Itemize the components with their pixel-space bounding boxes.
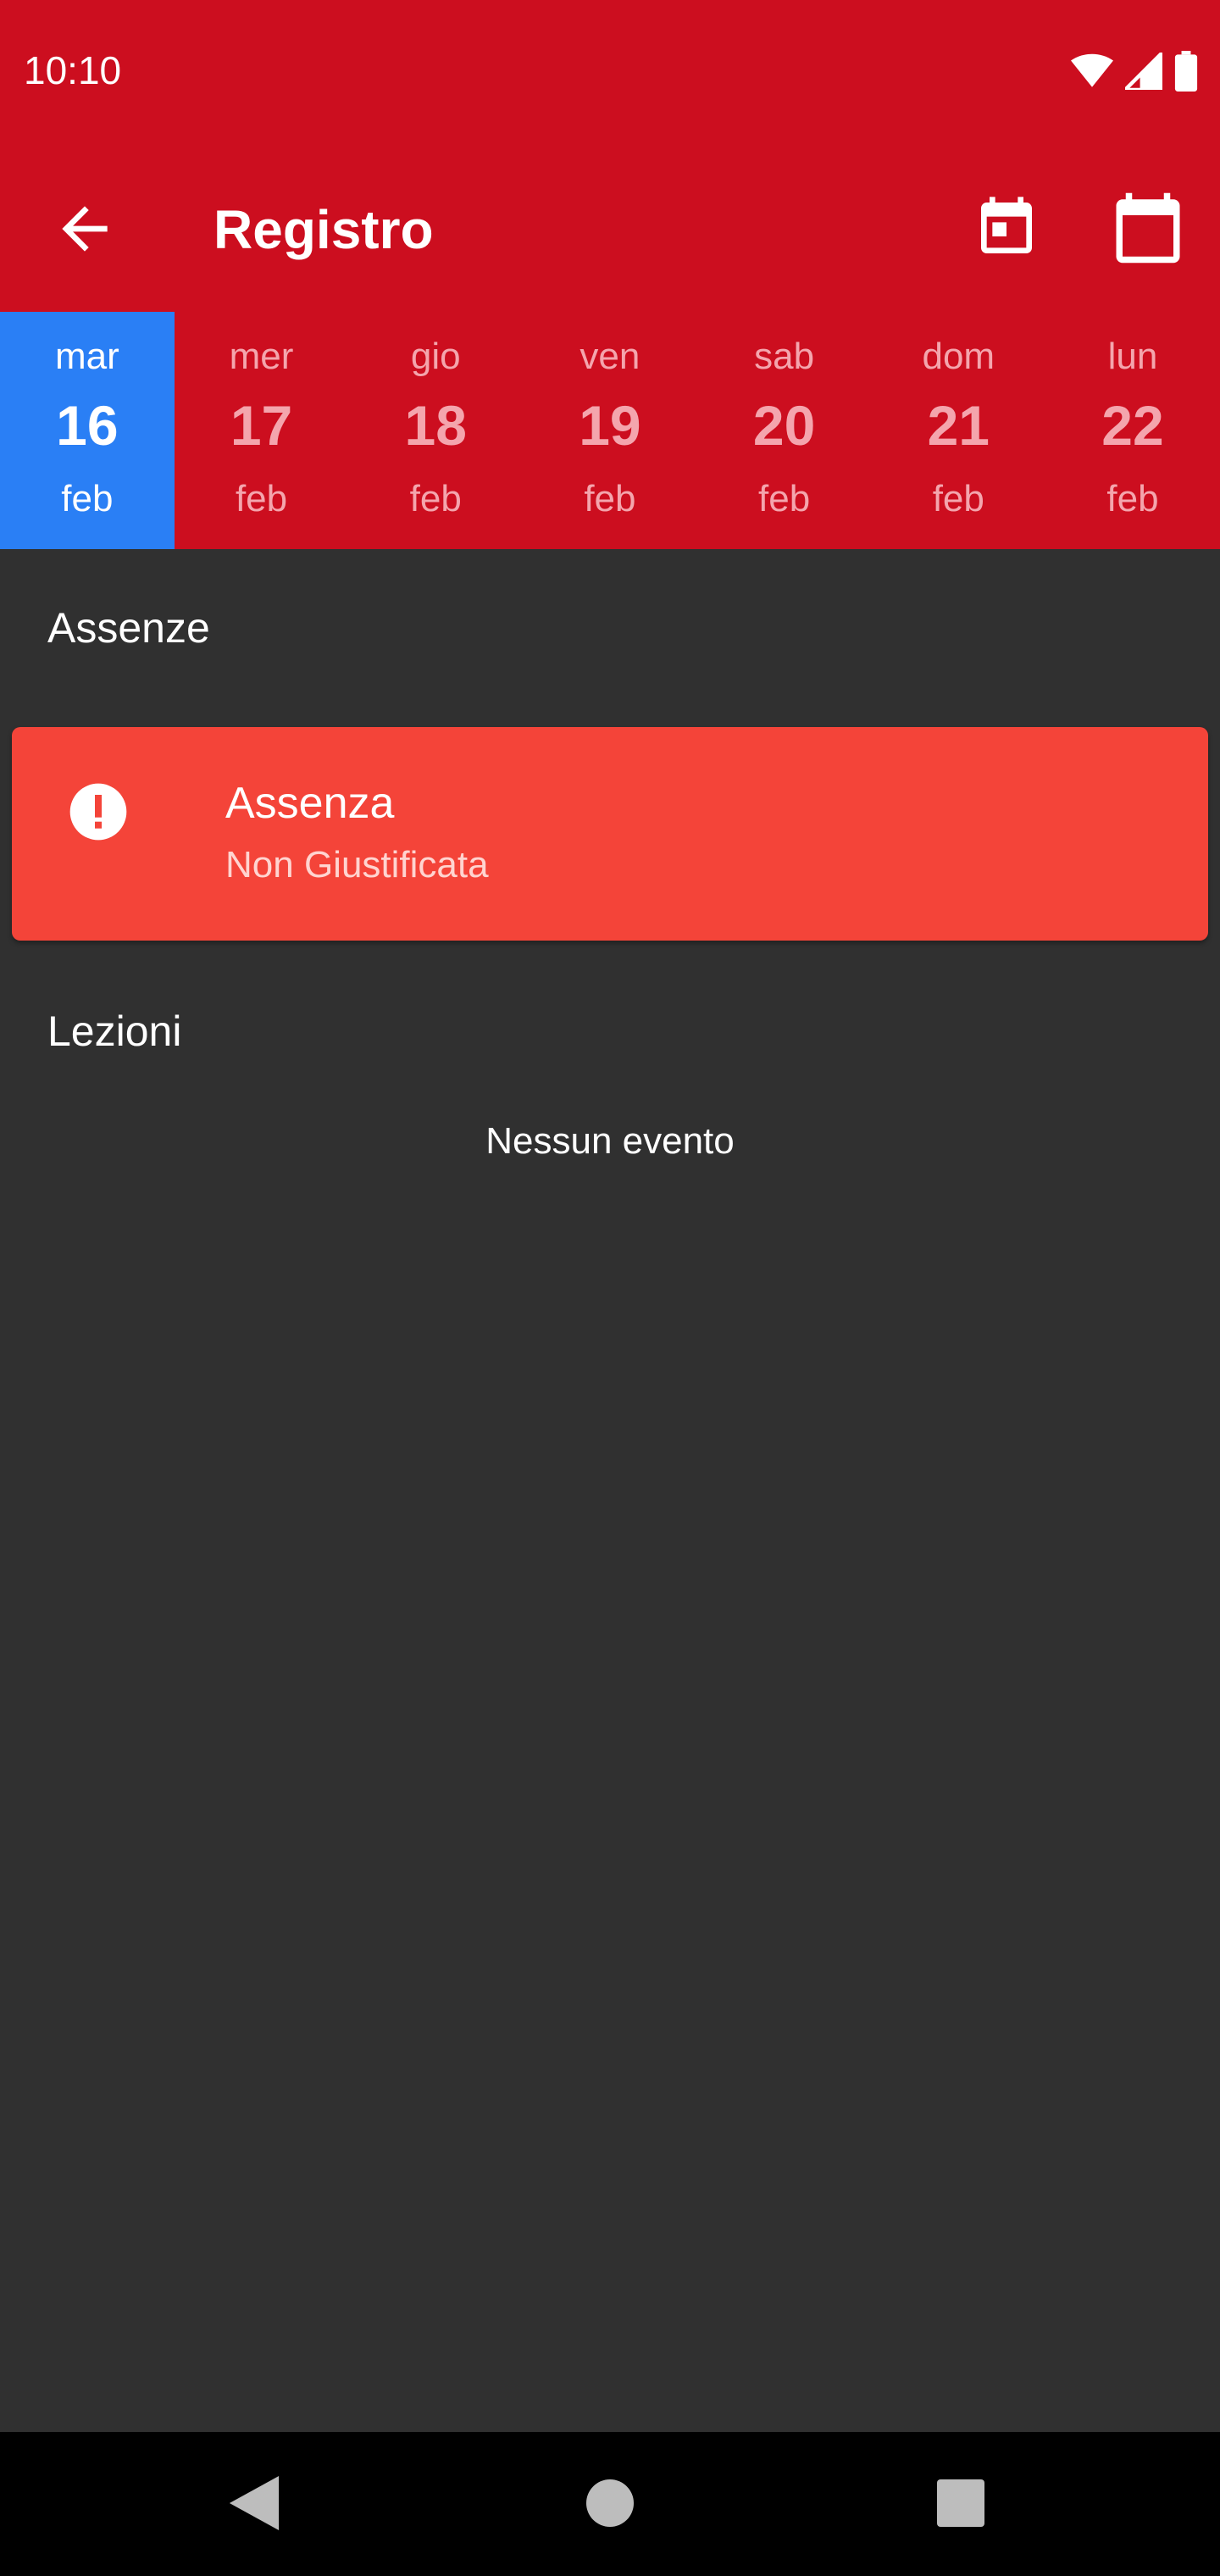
nav-recents-icon[interactable]	[937, 2479, 984, 2527]
arrow-back-icon[interactable]	[51, 195, 119, 263]
day-item[interactable]: dom 21 feb	[871, 312, 1045, 549]
day-month: feb	[1106, 478, 1159, 519]
system-nav-bar	[0, 2432, 1220, 2576]
absence-status: Non Giustificata	[225, 844, 489, 886]
day-of-week: gio	[410, 336, 461, 377]
nav-back-icon[interactable]	[229, 2476, 280, 2530]
day-of-week: ven	[580, 336, 640, 377]
empty-state-message: Nessun evento	[485, 1120, 735, 1162]
day-number: 16	[56, 394, 119, 457]
day-item[interactable]: lun 22 feb	[1045, 312, 1220, 549]
page-title: Registro	[214, 199, 434, 260]
battery-icon	[1174, 51, 1198, 92]
today-icon[interactable]	[973, 190, 1040, 266]
day-month: feb	[409, 478, 462, 519]
absence-title: Assenza	[225, 779, 395, 828]
day-item[interactable]: gio 18 feb	[348, 312, 523, 549]
status-time: 10:10	[24, 48, 122, 92]
day-of-week: dom	[922, 336, 995, 377]
day-month: feb	[584, 478, 636, 519]
day-item[interactable]: ven 19 feb	[523, 312, 697, 549]
day-of-week: mar	[54, 336, 119, 377]
app-bar: Registro	[0, 146, 1220, 312]
signal-icon	[1125, 53, 1162, 90]
day-of-week: sab	[754, 336, 815, 377]
day-of-week: lun	[1107, 336, 1158, 377]
absences-section-title: Assenze	[47, 604, 210, 652]
day-item[interactable]: sab 20 feb	[697, 312, 872, 549]
wifi-icon	[1071, 53, 1113, 87]
status-icons	[1071, 51, 1198, 92]
absence-card[interactable]: Assenza Non Giustificata	[12, 727, 1208, 941]
day-number: 18	[404, 394, 467, 457]
day-month: feb	[932, 478, 984, 519]
nav-home-icon[interactable]	[586, 2479, 634, 2527]
day-number: 17	[230, 394, 293, 457]
day-item[interactable]: mer 17 feb	[175, 312, 349, 549]
day-number: 20	[752, 394, 816, 457]
day-month: feb	[61, 478, 114, 519]
day-selector: mar 16 feb mer 17 feb gio 18 feb ven 19 …	[0, 312, 1220, 549]
day-month: feb	[758, 478, 811, 519]
day-of-week: mer	[229, 336, 294, 377]
calendar-icon[interactable]	[1110, 190, 1186, 266]
day-number: 21	[927, 394, 990, 457]
day-month: feb	[235, 478, 288, 519]
day-number: 19	[579, 394, 641, 457]
lessons-section-title: Lezioni	[47, 1008, 182, 1055]
day-number: 22	[1101, 394, 1164, 457]
day-item[interactable]: mar 16 feb	[0, 312, 175, 549]
status-bar: 10:10	[0, 0, 1220, 146]
alert-icon	[69, 783, 127, 841]
